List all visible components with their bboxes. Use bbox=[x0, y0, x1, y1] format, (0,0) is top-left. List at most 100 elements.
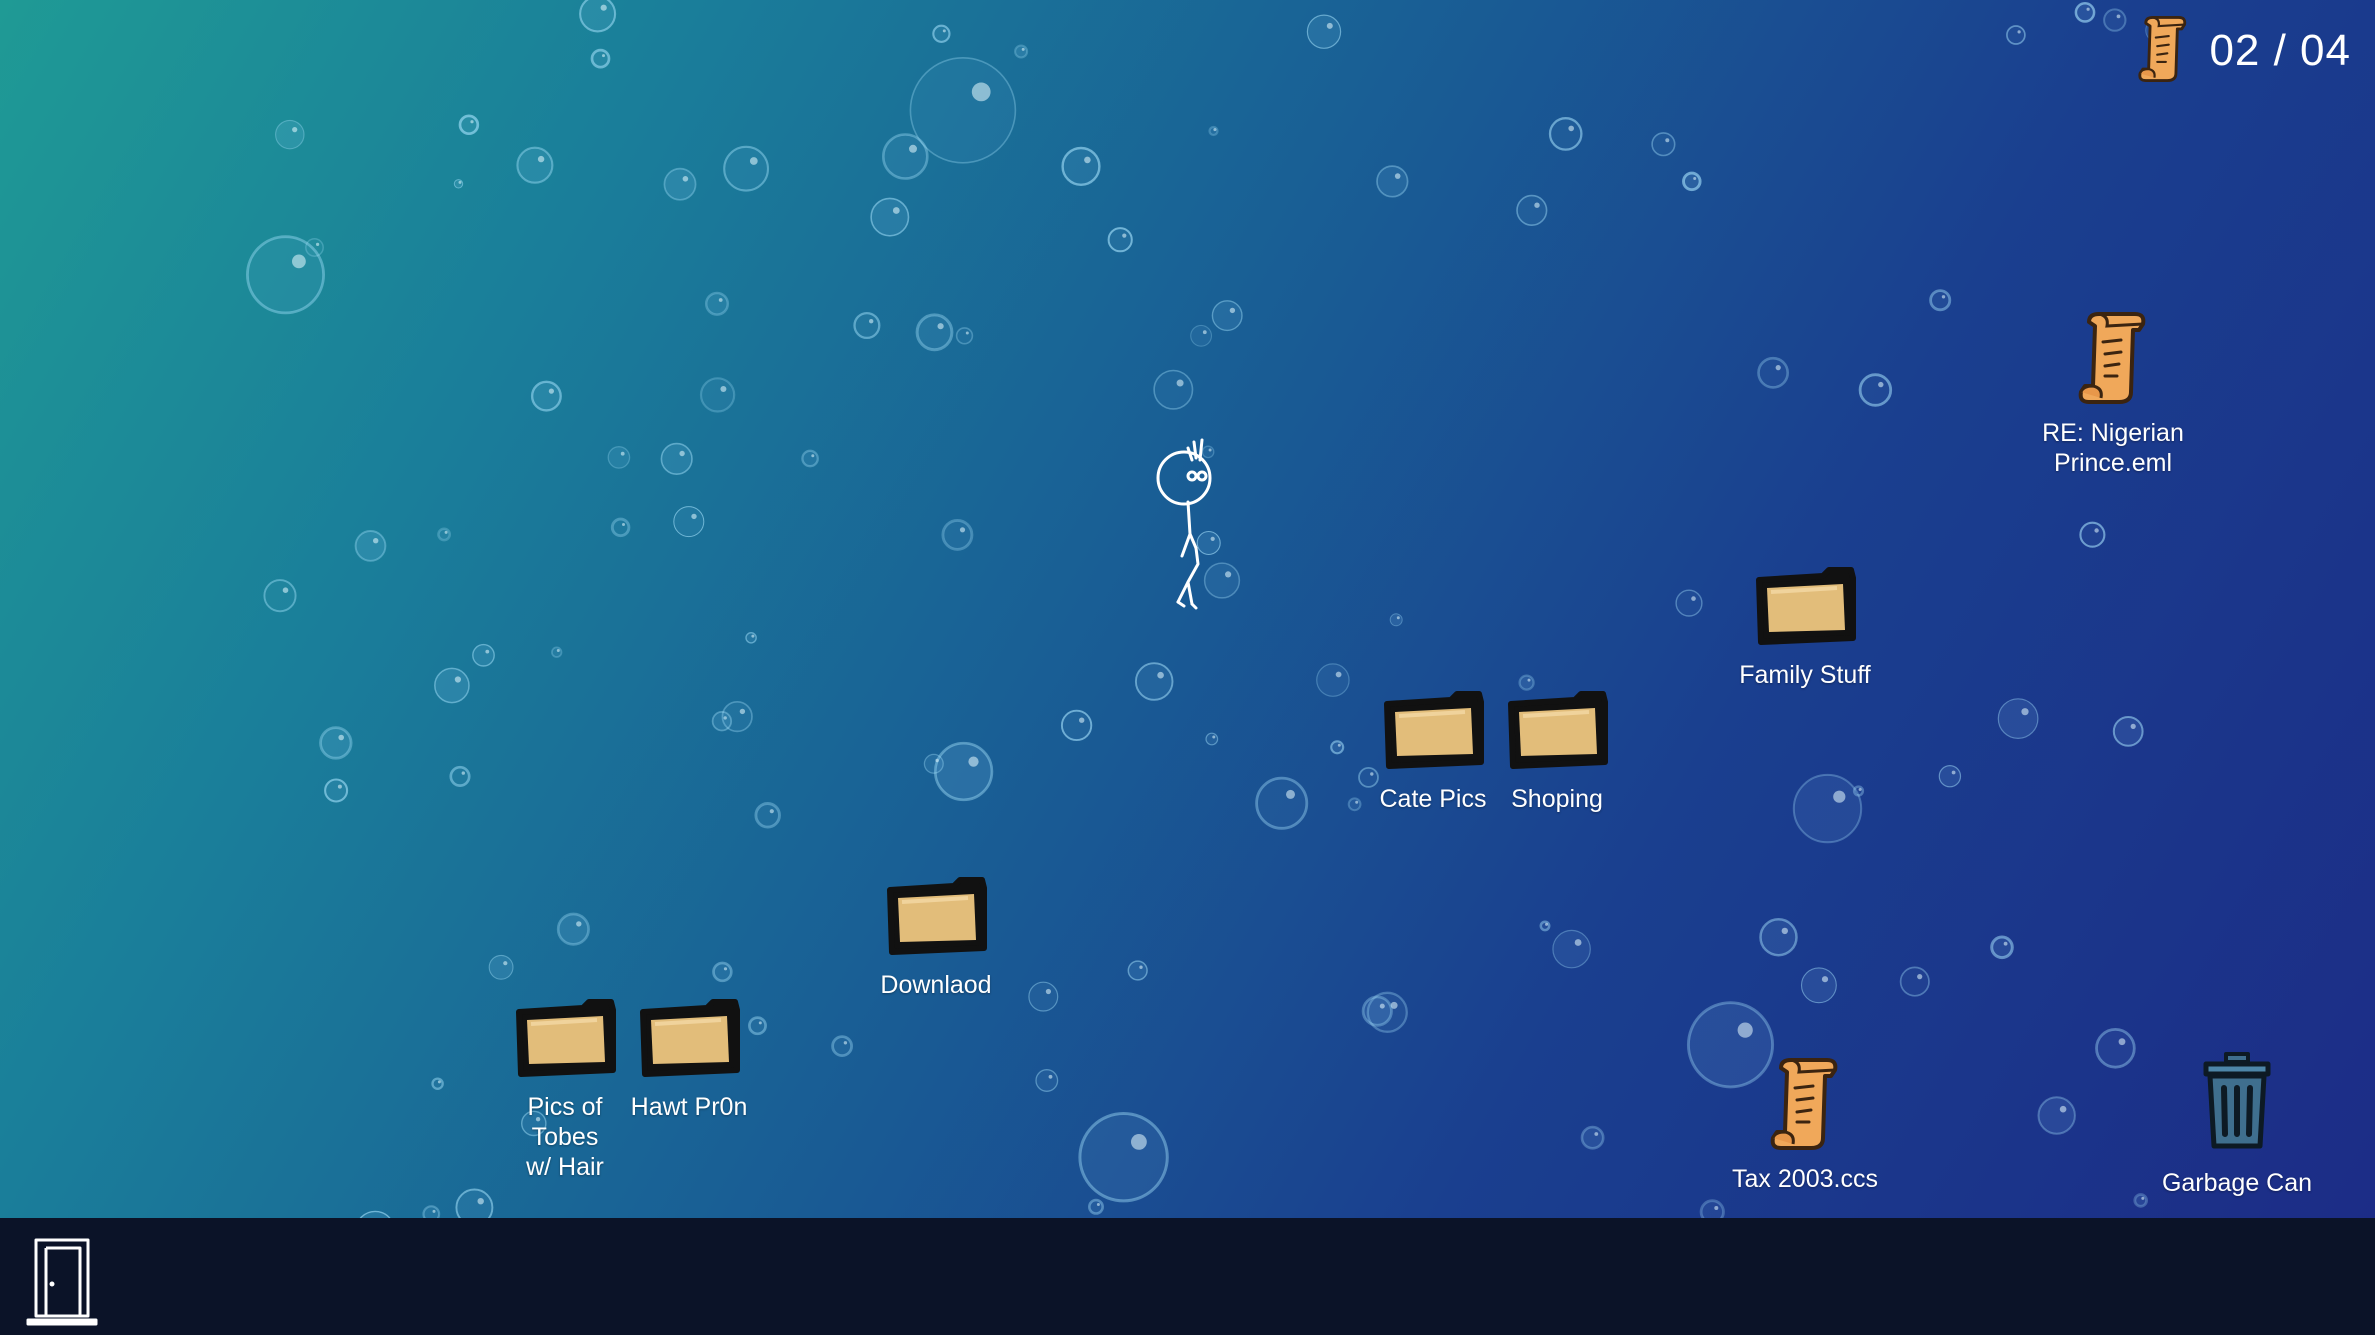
bubble bbox=[933, 741, 994, 802]
desktop-icon-label: Cate Pics bbox=[1379, 785, 1487, 813]
bubble bbox=[1548, 117, 1583, 151]
bubble bbox=[1060, 709, 1093, 742]
folder-icon bbox=[1384, 691, 1484, 769]
bubble-highlight bbox=[2130, 723, 2136, 730]
bubble bbox=[941, 518, 974, 551]
bubble-highlight bbox=[1096, 1203, 1100, 1206]
bubble-highlight bbox=[477, 1198, 484, 1205]
bubble bbox=[1316, 663, 1350, 697]
bubble bbox=[1205, 732, 1219, 746]
bubble bbox=[663, 167, 697, 201]
bubble-highlight bbox=[718, 298, 723, 302]
desktop-icon-label: Garbage Can bbox=[2161, 1169, 2313, 1197]
bubble bbox=[590, 48, 611, 69]
bubble-highlight bbox=[769, 809, 774, 814]
bubble bbox=[1061, 146, 1101, 186]
bubble bbox=[1929, 289, 1952, 312]
bubble bbox=[458, 114, 480, 136]
desktop-icon-hawt-pr0n[interactable]: Hawt Pr0n bbox=[604, 998, 774, 1122]
bubble-highlight bbox=[892, 207, 900, 214]
bubble bbox=[449, 765, 471, 787]
desktop-icon-downlaod[interactable]: Downlaod bbox=[851, 876, 1021, 1000]
bubble-highlight bbox=[1737, 1022, 1753, 1038]
bubble-highlight bbox=[537, 155, 545, 163]
bubble-highlight bbox=[723, 967, 728, 971]
bubble bbox=[1858, 373, 1893, 407]
bubble bbox=[1078, 1112, 1169, 1203]
bubble-highlight bbox=[444, 530, 448, 534]
bubble bbox=[1990, 935, 2014, 960]
bubble bbox=[530, 380, 562, 412]
bubble-highlight bbox=[811, 454, 815, 458]
bubble bbox=[2079, 521, 2106, 548]
bubble bbox=[275, 119, 305, 150]
bubble-highlight bbox=[1021, 47, 1025, 51]
door-icon[interactable] bbox=[24, 1236, 100, 1326]
bubble-highlight bbox=[909, 144, 917, 153]
bubble bbox=[434, 667, 470, 704]
bubble bbox=[853, 311, 881, 340]
bubble-highlight bbox=[622, 523, 625, 526]
bubble bbox=[551, 646, 563, 658]
bubble-highlight bbox=[338, 734, 345, 741]
bubble-highlight bbox=[1594, 1132, 1599, 1136]
bubble bbox=[745, 632, 757, 644]
bubble bbox=[1516, 194, 1548, 226]
desktop-icon-garbage-can[interactable]: Garbage Can bbox=[2142, 1046, 2332, 1198]
bubble bbox=[831, 1035, 853, 1057]
bubble bbox=[721, 700, 753, 733]
bubble bbox=[1035, 1069, 1059, 1092]
bubble-highlight bbox=[1157, 671, 1164, 679]
bubble-highlight bbox=[1337, 743, 1341, 747]
bubble bbox=[1580, 1125, 1605, 1150]
desktop-icon-re-nigerian-prince[interactable]: RE: Nigerian Prince.eml bbox=[2018, 312, 2208, 478]
bubble bbox=[1153, 369, 1194, 410]
bubble-highlight bbox=[942, 29, 946, 33]
bubble bbox=[2074, 2, 2096, 23]
bubble-highlight bbox=[1534, 202, 1540, 208]
bubble-highlight bbox=[1821, 976, 1829, 983]
bubble bbox=[1330, 740, 1345, 755]
bubble bbox=[1539, 920, 1551, 932]
bubble-highlight bbox=[470, 120, 474, 124]
bubble-highlight bbox=[2094, 528, 2099, 533]
bubble-highlight bbox=[1693, 177, 1697, 180]
desktop-icon-tax-2003[interactable]: Tax 2003.ccs bbox=[1710, 1058, 1900, 1194]
trash-can-icon bbox=[2203, 1052, 2271, 1149]
bubble bbox=[1552, 929, 1591, 969]
bubble-highlight bbox=[337, 784, 342, 789]
bubble-highlight bbox=[739, 708, 746, 715]
scroll-icon bbox=[2135, 15, 2191, 87]
bubble bbox=[1899, 966, 1930, 997]
taskbar bbox=[0, 1218, 2375, 1335]
desktop-icon-shoping[interactable]: Shoping bbox=[1472, 690, 1642, 814]
bubble bbox=[2103, 8, 2127, 32]
stick-figure-icon[interactable] bbox=[1148, 438, 1218, 618]
bubble bbox=[1134, 662, 1174, 701]
bubble bbox=[437, 527, 452, 542]
bubble bbox=[1107, 227, 1133, 253]
bubble bbox=[610, 517, 631, 538]
bubble-highlight bbox=[458, 180, 462, 184]
desktop-icon-family-stuff[interactable]: Family Stuff bbox=[1710, 566, 1900, 690]
bubble bbox=[699, 377, 736, 413]
bubble bbox=[881, 133, 929, 180]
bubble-highlight bbox=[1045, 988, 1051, 995]
bubble-highlight bbox=[1665, 138, 1670, 143]
bubble bbox=[723, 145, 770, 192]
game-desktop: 02 / 04 RE: Nigerian Prince.eml Family S… bbox=[0, 0, 2375, 1335]
bubble-highlight bbox=[1048, 1074, 1053, 1079]
bubble bbox=[431, 1077, 444, 1090]
bubble-highlight bbox=[1714, 1206, 1719, 1210]
scroll-icon bbox=[2078, 312, 2146, 404]
bubble-highlight bbox=[751, 634, 755, 638]
bubble-highlight bbox=[2021, 708, 2029, 716]
bubble bbox=[1306, 14, 1342, 49]
collected-counter: 02 / 04 bbox=[2135, 15, 2351, 87]
bubble-highlight bbox=[437, 1080, 441, 1084]
bubble-highlight bbox=[454, 676, 461, 683]
bubble-highlight bbox=[1326, 22, 1333, 29]
bubble bbox=[472, 643, 495, 667]
bubble bbox=[1208, 125, 1219, 137]
bubble-highlight bbox=[1568, 125, 1574, 132]
